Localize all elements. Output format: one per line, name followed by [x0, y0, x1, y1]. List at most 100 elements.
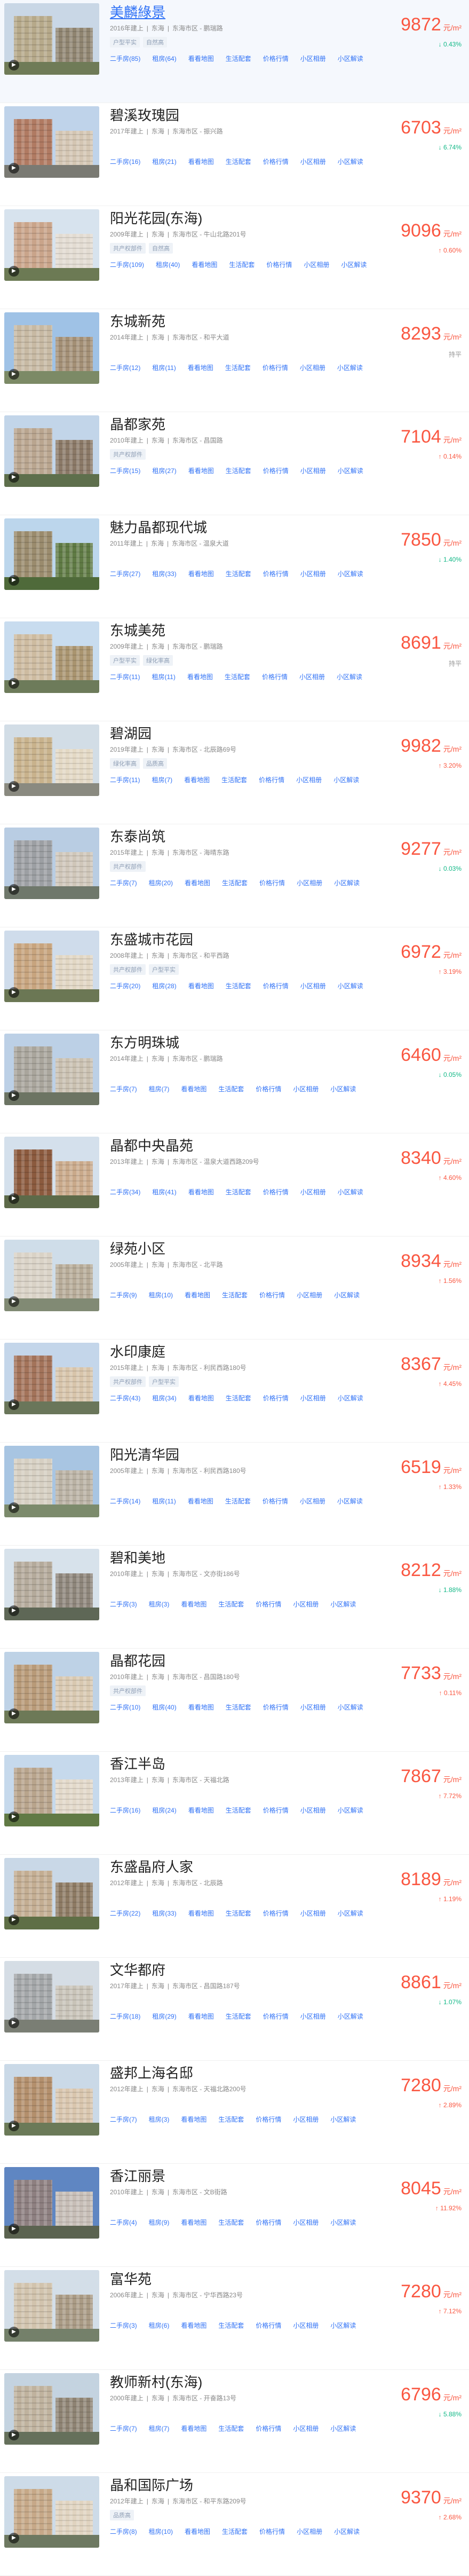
link-item[interactable]: 小区相册	[300, 1498, 325, 1505]
community-row[interactable]: ▶ 东城新苑 2014年建上 | 东海 | 东海市区 - 和平大道 二手房(12) 租房(11)…	[0, 309, 469, 412]
community-row[interactable]: ▶ 晶都花园 2010年建上 | 东海 | 东海市区 - 昌国路180号 共产权部件 二手房(1…	[0, 1649, 469, 1752]
community-name[interactable]: 碧湖园	[110, 724, 366, 743]
community-name[interactable]: 阳光清华园	[110, 1446, 366, 1464]
link-secondhand[interactable]: 二手房(109)	[110, 261, 144, 269]
link-item[interactable]: 生活配套	[218, 1601, 244, 1608]
community-photo[interactable]: ▶	[4, 1549, 99, 1620]
link-item[interactable]: 小区相册	[304, 261, 329, 269]
play-icon[interactable]: ▶	[9, 1296, 19, 1307]
link-rent[interactable]: 租房(3)	[149, 2116, 170, 2123]
link-item[interactable]: 小区解读	[334, 2528, 360, 2535]
link-item[interactable]: 小区相册	[300, 1188, 326, 1196]
link-rent[interactable]: 租房(7)	[149, 1085, 170, 1093]
link-item[interactable]: 小区相册	[296, 776, 322, 784]
community-photo[interactable]: ▶	[4, 931, 99, 1002]
link-item[interactable]: 小区解读	[338, 55, 363, 62]
link-secondhand[interactable]: 二手房(7)	[110, 2425, 137, 2432]
link-item[interactable]: 看看地图	[181, 2322, 206, 2329]
link-item[interactable]: 看看地图	[188, 1807, 214, 1814]
link-item[interactable]: 小区解读	[338, 570, 363, 578]
link-item[interactable]: 小区解读	[338, 1910, 363, 1917]
play-icon[interactable]: ▶	[9, 575, 19, 586]
link-rent[interactable]: 租房(29)	[152, 2013, 176, 2020]
community-name[interactable]: 魅力晶都现代城	[110, 518, 366, 537]
community-row[interactable]: ▶ 教师新村(东海) 2000年建上 | 东海 | 东海市区 - 开奋路13号 二手房(7) 租…	[0, 2370, 469, 2473]
link-secondhand[interactable]: 二手房(10)	[110, 1704, 140, 1711]
link-item[interactable]: 生活配套	[226, 1395, 251, 1402]
community-row[interactable]: ▶ 阳光清华园 2005年建上 | 东海 | 东海市区 - 利民西路180号 二手房(14) 租…	[0, 1443, 469, 1546]
link-secondhand[interactable]: 二手房(3)	[110, 1601, 137, 1608]
link-item[interactable]: 生活配套	[218, 1085, 244, 1093]
community-row[interactable]: ▶ 东盛晶府人家 2012年建上 | 东海 | 东海市区 - 北辰路 二手房(22) 租房(33…	[0, 1855, 469, 1958]
link-item[interactable]: 小区相册	[300, 982, 326, 990]
link-item[interactable]: 看看地图	[181, 1601, 206, 1608]
link-item[interactable]: 看看地图	[188, 570, 214, 578]
community-row[interactable]: ▶ 东方明珠城 2014年建上 | 东海 | 东海市区 - 鹏瑞路 二手房(7) 租房(7) 看看…	[0, 1030, 469, 1133]
link-item[interactable]: 小区解读	[338, 1704, 363, 1711]
link-item[interactable]: 生活配套	[226, 55, 251, 62]
link-item[interactable]: 小区解读	[338, 158, 363, 166]
link-item[interactable]: 价格行情	[263, 1704, 289, 1711]
link-item[interactable]: 价格行情	[263, 1807, 289, 1814]
community-row[interactable]: ▶ 美麟綠景 2016年建上 | 东海 | 东海市区 - 鹏瑞路 户型平实 自然高 二手房(85)…	[0, 0, 469, 103]
link-item[interactable]: 价格行情	[263, 1498, 288, 1505]
play-icon[interactable]: ▶	[9, 60, 19, 70]
link-item[interactable]: 价格行情	[259, 776, 284, 784]
link-item[interactable]: 小区相册	[300, 1395, 326, 1402]
link-secondhand[interactable]: 二手房(15)	[110, 467, 140, 475]
link-item[interactable]: 小区相册	[293, 2219, 319, 2226]
link-item[interactable]: 价格行情	[256, 2116, 281, 2123]
link-item[interactable]: 生活配套	[226, 1910, 251, 1917]
link-item[interactable]: 价格行情	[263, 2013, 289, 2020]
link-item[interactable]: 价格行情	[259, 1291, 285, 1299]
play-icon[interactable]: ▶	[9, 1811, 19, 1822]
link-secondhand[interactable]: 二手房(27)	[110, 570, 140, 578]
link-item[interactable]: 看看地图	[184, 776, 210, 784]
community-row[interactable]: ▶ 盛邦上海名邸 2012年建上 | 东海 | 东海市区 - 天福北路200号 二手房(7) 租…	[0, 2061, 469, 2164]
link-item[interactable]: 小区解读	[338, 1807, 363, 1814]
link-secondhand[interactable]: 二手房(4)	[110, 2219, 137, 2226]
play-icon[interactable]: ▶	[9, 2121, 19, 2131]
link-item[interactable]: 小区相册	[300, 1910, 326, 1917]
link-secondhand[interactable]: 二手房(85)	[110, 55, 140, 62]
link-item[interactable]: 小区解读	[330, 1085, 356, 1093]
community-photo[interactable]: ▶	[4, 2373, 99, 2445]
community-name[interactable]: 富华苑	[110, 2270, 366, 2288]
community-name[interactable]: 晶都中央晶苑	[110, 1137, 366, 1155]
community-row[interactable]: ▶ 魅力晶都现代城 2011年建上 | 东海 | 东海市区 - 温泉大道 二手房(27) 租房(…	[0, 515, 469, 618]
link-rent[interactable]: 租房(6)	[149, 2322, 170, 2329]
link-item[interactable]: 小区解读	[330, 2425, 356, 2432]
link-rent[interactable]: 租房(33)	[152, 570, 176, 578]
community-row[interactable]: ▶ 晶都中央晶苑 2013年建上 | 东海 | 东海市区 - 温泉大道西路209号 二手房(3…	[0, 1133, 469, 1236]
link-item[interactable]: 看看地图	[185, 1291, 210, 1299]
link-item[interactable]: 看看地图	[181, 2219, 206, 2226]
community-photo[interactable]: ▶	[4, 209, 99, 281]
link-item[interactable]: 小区相册	[300, 1704, 326, 1711]
community-name[interactable]: 晶都家苑	[110, 415, 366, 434]
play-icon[interactable]: ▶	[9, 1708, 19, 1719]
community-row[interactable]: ▶ 碧和美地 2010年建上 | 东海 | 东海市区 - 文亦街186号 二手房(3) 租房(3…	[0, 1546, 469, 1649]
link-item[interactable]: 看看地图	[188, 1395, 214, 1402]
community-row[interactable]: ▶ 碧湖园 2019年建上 | 东海 | 东海市区 - 北辰路69号 绿化率高 品质高 二手房(1…	[0, 721, 469, 824]
community-photo[interactable]: ▶	[4, 106, 99, 178]
community-name[interactable]: 碧溪玫瑰园	[110, 106, 366, 124]
link-item[interactable]: 小区解读	[337, 364, 363, 372]
link-item[interactable]: 小区相册	[300, 467, 326, 475]
community-photo[interactable]: ▶	[4, 1137, 99, 1208]
community-name[interactable]: 东盛城市花园	[110, 931, 366, 949]
link-item[interactable]: 小区相册	[293, 2425, 319, 2432]
community-row[interactable]: ▶ 晶都家苑 2010年建上 | 东海 | 东海市区 - 昌国路 共产权部件 二手房(15) 租房…	[0, 412, 469, 515]
link-rent[interactable]: 租房(34)	[152, 1395, 176, 1402]
link-item[interactable]: 价格行情	[256, 1085, 281, 1093]
link-item[interactable]: 生活配套	[222, 2528, 248, 2535]
link-rent[interactable]: 租房(28)	[152, 982, 176, 990]
link-secondhand[interactable]: 二手房(16)	[110, 158, 140, 166]
link-item[interactable]: 生活配套	[226, 570, 251, 578]
link-item[interactable]: 小区解读	[338, 1188, 363, 1196]
link-rent[interactable]: 租房(10)	[149, 1291, 173, 1299]
community-name[interactable]: 碧和美地	[110, 1549, 366, 1567]
community-name[interactable]: 美麟綠景	[110, 3, 366, 21]
community-photo[interactable]: ▶	[4, 2064, 99, 2136]
link-secondhand[interactable]: 二手房(34)	[110, 1188, 140, 1196]
community-photo[interactable]: ▶	[4, 1446, 99, 1517]
